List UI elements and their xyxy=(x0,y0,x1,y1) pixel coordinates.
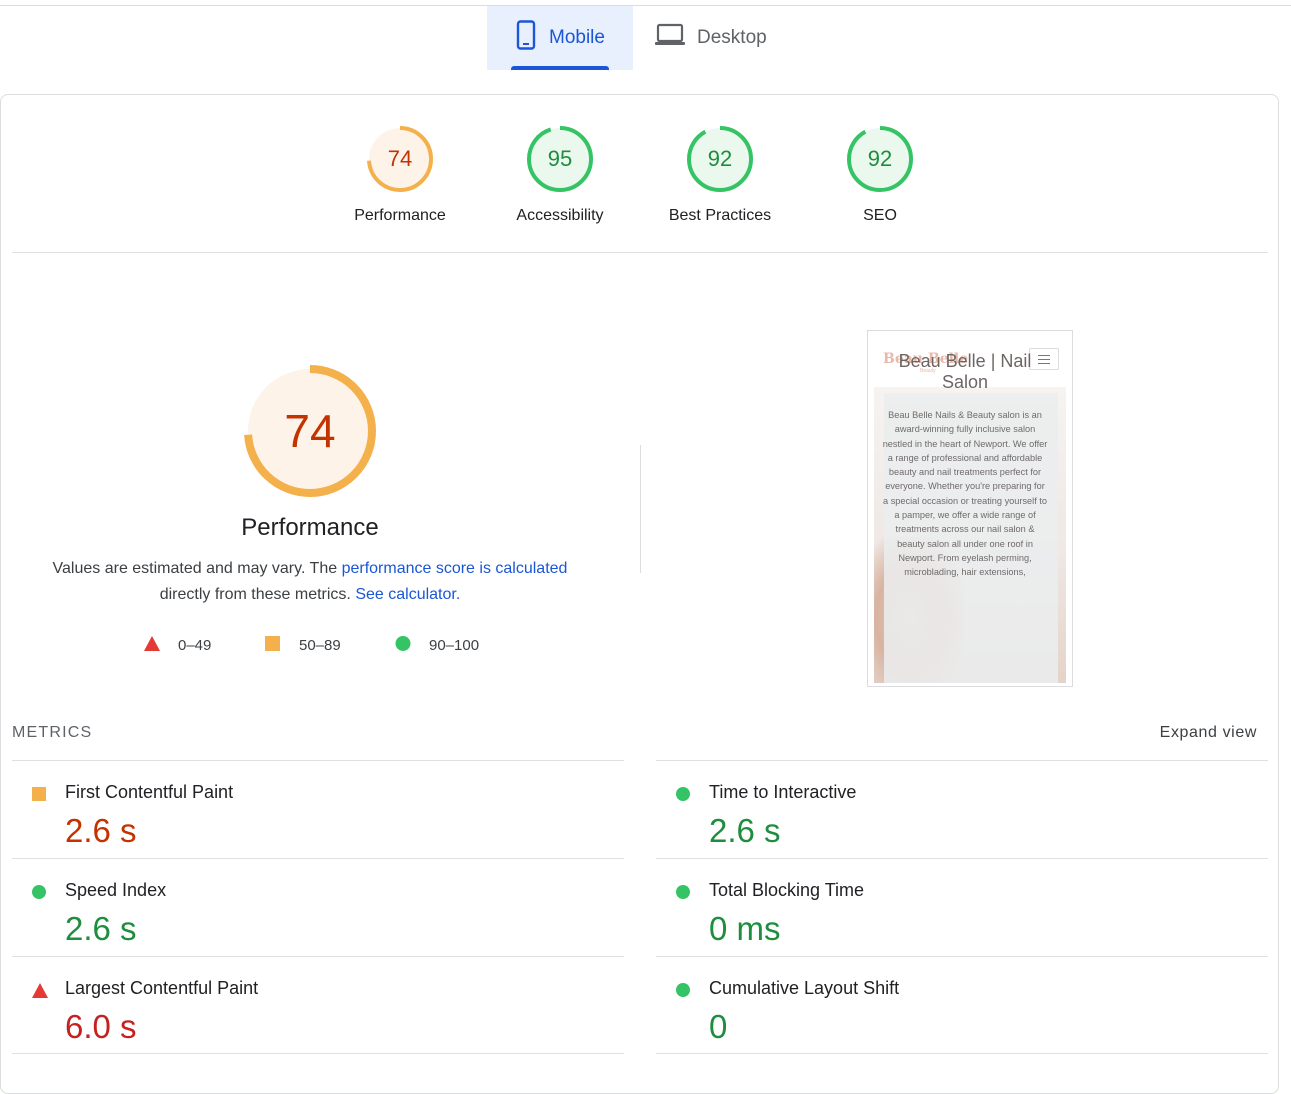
triangle-icon xyxy=(32,983,48,998)
gauge-label: SEO xyxy=(863,207,897,224)
gauge-label: Performance xyxy=(354,207,446,224)
gauge-ring: 92 xyxy=(846,125,914,193)
metric-first-contentful-paint: First Contentful Paint 2.6 s xyxy=(32,768,592,858)
circle-icon xyxy=(32,885,46,899)
metric-label: Cumulative Layout Shift xyxy=(709,978,900,998)
metric-label: Total Blocking Time xyxy=(709,880,865,900)
legend-range: 90–100 xyxy=(429,637,480,654)
laptop-icon xyxy=(655,23,685,53)
desc-prefix: Values are estimated and may vary. The xyxy=(52,560,342,577)
gauge-ring: 74 xyxy=(366,125,434,193)
category-gauge-accessibility[interactable]: 95 Accessibility xyxy=(490,125,630,225)
gauge-label: Best Practices xyxy=(668,207,772,224)
legend-average: 50–89 xyxy=(265,636,341,655)
performance-title: Performance xyxy=(241,514,379,541)
metric-value: 2.6 s xyxy=(65,812,137,849)
smartphone-icon xyxy=(515,20,537,56)
screenshot-body: Beau Belle Nails & Beauty salon is an aw… xyxy=(882,410,1048,578)
metrics-rule xyxy=(12,760,624,761)
expand-view-button[interactable]: Expand view xyxy=(1140,724,1257,742)
tab-mobile[interactable]: Mobile xyxy=(487,6,633,70)
metrics-rule xyxy=(12,858,624,859)
metric-label: First Contentful Paint xyxy=(65,782,234,802)
gauge-ring: 95 xyxy=(526,125,594,193)
gauge-score: 95 xyxy=(547,146,573,171)
category-gauge-performance[interactable]: 74 Performance xyxy=(330,125,470,225)
metric-value: 0 ms xyxy=(709,910,781,947)
legend-range: 0–49 xyxy=(178,637,212,654)
legend-range: 50–89 xyxy=(299,637,341,654)
metric-largest-contentful-paint: Largest Contentful Paint 6.0 s xyxy=(32,964,592,1054)
score-calculated-link[interactable]: performance score is calculated xyxy=(342,560,568,577)
performance-score: 74 xyxy=(284,405,336,457)
category-gauge-seo[interactable]: 92 SEO xyxy=(810,125,950,225)
gauge-ring: 92 xyxy=(686,125,754,193)
see-calculator-link[interactable]: See calculator. xyxy=(355,586,460,603)
metrics-rule xyxy=(656,760,1268,761)
section-divider xyxy=(12,252,1268,253)
metric-value: 2.6 s xyxy=(709,812,781,849)
metric-time-to-interactive: Time to Interactive 2.6 s xyxy=(676,768,1236,858)
metric-label: Time to Interactive xyxy=(709,782,857,802)
square-icon xyxy=(32,787,46,801)
tab-desktop[interactable]: Desktop xyxy=(655,6,795,70)
vertical-divider xyxy=(640,445,641,573)
metric-speed-index: Speed Index 2.6 s xyxy=(32,866,592,956)
circle-icon xyxy=(676,787,690,801)
gauge-score: 92 xyxy=(867,146,893,171)
active-tab-indicator xyxy=(511,66,609,70)
metric-label: Speed Index xyxy=(65,880,167,900)
metric-total-blocking-time: Total Blocking Time 0 ms xyxy=(676,866,1236,956)
metrics-rule xyxy=(656,858,1268,859)
metric-label: Largest Contentful Paint xyxy=(65,978,259,998)
tab-mobile-label: Mobile xyxy=(549,27,605,48)
performance-gauge: 74 xyxy=(244,365,376,497)
legend-fail: 0–49 xyxy=(144,636,211,655)
performance-description: Values are estimated and may vary. The p… xyxy=(40,556,580,608)
screenshot-title: Beau Belle | Nail Salon xyxy=(898,351,1032,392)
metrics-heading: METRICS xyxy=(12,724,93,741)
circle-icon xyxy=(676,885,690,899)
top-divider xyxy=(0,5,1291,6)
gauge-score: 92 xyxy=(707,146,733,171)
page-screenshot[interactable]: Beau Belle Beauty Beau Belle | Nail Salo… xyxy=(867,330,1073,687)
desc-middle: directly from these metrics. xyxy=(159,586,356,603)
tab-desktop-label: Desktop xyxy=(697,27,767,48)
category-gauge-best-practices[interactable]: 92 Best Practices xyxy=(650,125,790,225)
metrics-rule xyxy=(656,956,1268,957)
metric-cumulative-layout-shift: Cumulative Layout Shift 0 xyxy=(676,964,1236,1054)
triangle-icon xyxy=(144,636,160,655)
metrics-rule xyxy=(12,956,624,957)
circle-icon xyxy=(676,983,690,997)
metric-value: 2.6 s xyxy=(65,910,137,947)
metric-value: 0 xyxy=(709,1008,728,1045)
square-icon xyxy=(265,636,281,655)
metric-value: 6.0 s xyxy=(65,1008,137,1045)
gauge-label: Accessibility xyxy=(516,207,604,224)
circle-icon xyxy=(395,636,411,655)
legend-pass: 90–100 xyxy=(395,636,479,655)
gauge-score: 74 xyxy=(387,146,413,171)
